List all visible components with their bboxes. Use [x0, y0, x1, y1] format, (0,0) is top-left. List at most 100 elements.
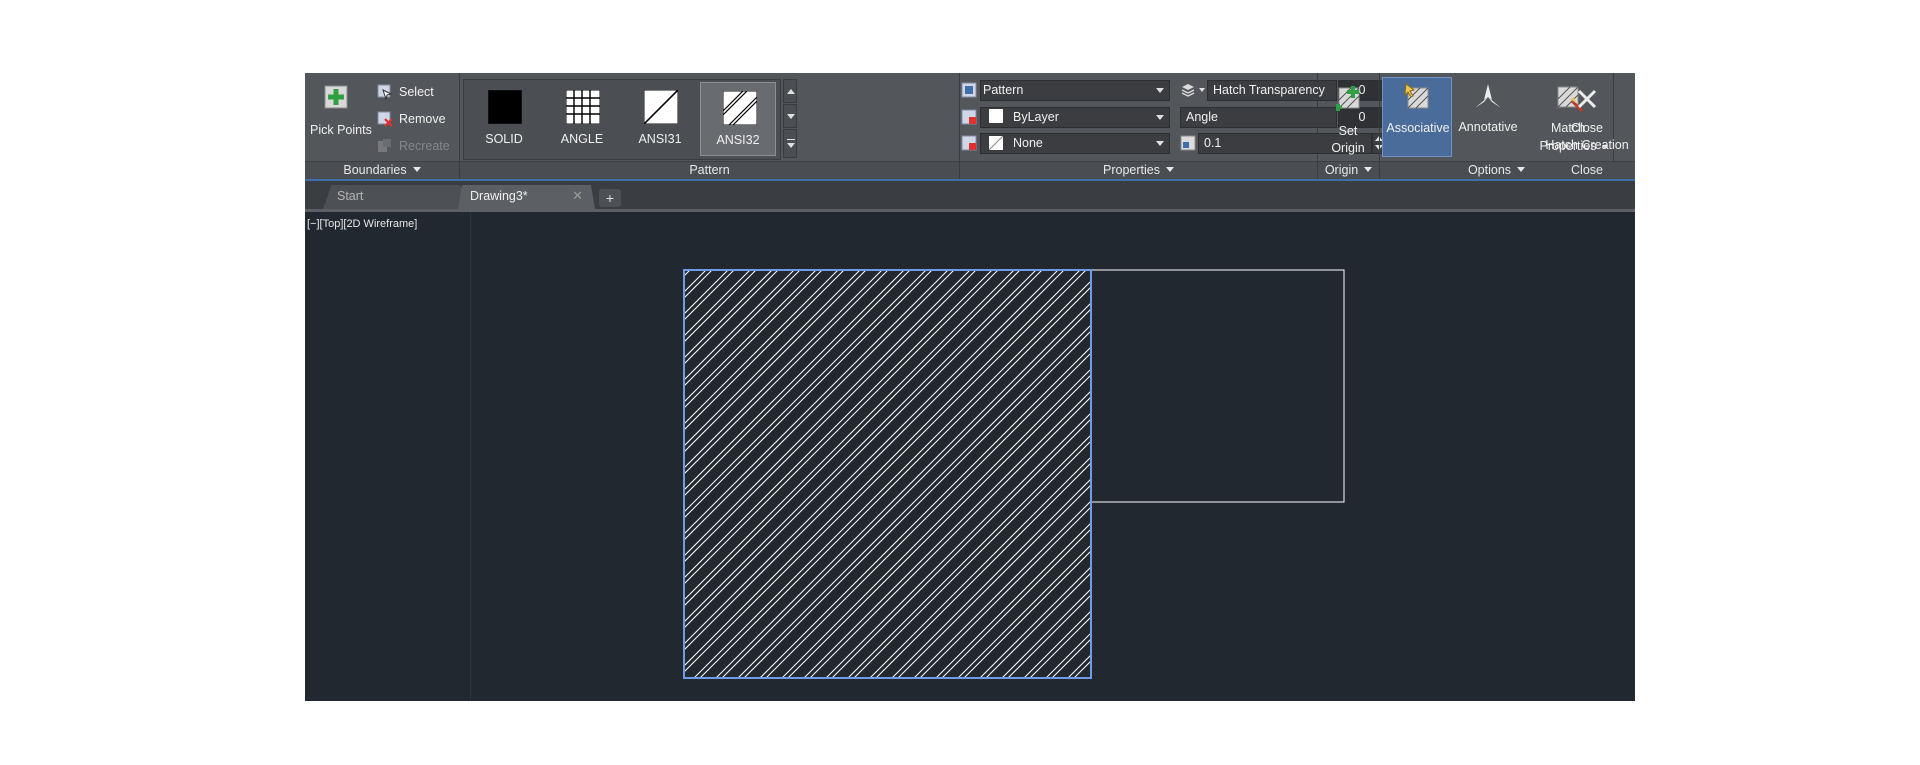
swatch-name: ANSI32: [716, 133, 760, 147]
autocad-window: Pick Points Select Remove Recreate Bound…: [305, 73, 1635, 701]
hatch-line-3: [684, 270, 713, 299]
hatch-line-101: [1382, 270, 1635, 678]
chevron-down-icon: [412, 167, 421, 172]
hatch-line-104: [1420, 270, 1635, 678]
expand-bar-icon: [787, 139, 795, 140]
angle-pattern-icon: [566, 90, 600, 124]
origin-panel: Set Origin Origin: [1318, 73, 1380, 179]
hatch-line-89: [1250, 270, 1635, 678]
expand-arrow-icon: [787, 143, 795, 148]
chevron-down-icon: [1156, 88, 1164, 93]
properties-panel-title[interactable]: Properties: [960, 161, 1317, 179]
hatch-line-75: [1096, 270, 1504, 678]
hatch-line-74: [1089, 676, 1091, 678]
hatch-type-dropdown[interactable]: Pattern: [980, 80, 1170, 101]
pattern-panel: SOLID ANGLE ANSI31 ANSI32 Pattern: [460, 73, 960, 179]
hatch-line-81: [1162, 270, 1570, 678]
close-title-text: Close: [1571, 163, 1603, 177]
hatch-line-5: [684, 270, 735, 321]
hatch-line-109: [1470, 270, 1635, 678]
set-origin-line1: Set: [1338, 124, 1358, 138]
outline-rectangle[interactable]: [1090, 269, 1345, 503]
tab-drawing3[interactable]: Drawing3* ✕: [458, 185, 595, 209]
new-tab-button[interactable]: +: [599, 189, 621, 207]
document-tab-bar: Start Drawing3* ✕ +: [305, 181, 1635, 209]
chevron-down-icon: [1156, 141, 1164, 146]
layers-icon[interactable]: [1180, 82, 1196, 98]
hatch-line-84: [1200, 270, 1608, 678]
close-panel-title: Close: [1539, 161, 1635, 179]
annotative-label: Annotative: [1458, 120, 1518, 134]
hatch-line-99: [1360, 270, 1635, 678]
associative-button[interactable]: Associative: [1382, 77, 1452, 157]
gallery-expand[interactable]: [783, 129, 797, 158]
background-color-dropdown[interactable]: None: [980, 133, 1170, 154]
chevron-down-icon: [1165, 167, 1174, 172]
remove-label: Remove: [399, 112, 446, 126]
tab-start[interactable]: Start: [323, 185, 463, 209]
recreate-button[interactable]: Recreate: [377, 138, 457, 156]
pick-points-button[interactable]: Pick Points: [307, 77, 372, 157]
hatch-line-72: [1067, 654, 1091, 678]
select-button[interactable]: Select: [377, 84, 457, 102]
gallery-scroll-down[interactable]: [783, 104, 797, 128]
hatch-line-73: [1073, 660, 1091, 678]
pick-points-icon: [324, 85, 348, 109]
chevron-down-icon: [1517, 167, 1526, 172]
tab-start-label: Start: [337, 189, 364, 203]
pattern-title-text: Pattern: [689, 163, 730, 177]
origin-title-text: Origin: [1324, 163, 1359, 177]
hatch-line-76: [1112, 270, 1520, 678]
hatch-line-91: [1272, 270, 1635, 678]
annotative-button[interactable]: Annotative: [1454, 77, 1522, 157]
swatch-angle[interactable]: ANGLE: [544, 82, 620, 156]
hatch-line-80: [1156, 270, 1564, 678]
hatch-type-value: Pattern: [983, 83, 1024, 97]
transparency-label: Hatch Transparency: [1213, 83, 1325, 97]
hatch-line-71: [1051, 638, 1091, 678]
ansi31-pattern-icon: [644, 90, 678, 124]
drawing-canvas[interactable]: [305, 212, 1635, 701]
associative-icon: [1404, 83, 1429, 109]
gallery-scroll-up[interactable]: [783, 79, 797, 103]
close-hatch-creation-button[interactable]: Close Hatch Creation: [1541, 77, 1633, 157]
arrow-down-icon: [787, 114, 795, 119]
hatch-line-85: [1206, 270, 1614, 678]
background-color-value: None: [1013, 136, 1043, 150]
remove-button[interactable]: Remove: [377, 111, 457, 129]
close-icon[interactable]: ✕: [572, 185, 583, 207]
swatch-name: ANGLE: [560, 132, 604, 146]
boundaries-panel-title[interactable]: Boundaries: [305, 161, 459, 179]
hatch-line-100: [1376, 270, 1635, 678]
hatch-line-77: [1118, 270, 1526, 678]
swatch-ansi31[interactable]: ANSI31: [622, 82, 698, 156]
hatch-line-108: [1464, 270, 1635, 678]
angle-field[interactable]: Angle: [1180, 107, 1337, 128]
hatch-color-dropdown[interactable]: ByLayer: [980, 107, 1170, 128]
hatch-line-2: [684, 270, 707, 293]
hatch-color-value: ByLayer: [1013, 110, 1059, 124]
swatch-solid[interactable]: SOLID: [466, 82, 542, 156]
origin-panel-title[interactable]: Origin: [1318, 161, 1379, 179]
swatch-ansi32[interactable]: ANSI32: [700, 82, 776, 156]
chevron-down-icon: [1156, 115, 1164, 120]
angle-label: Angle: [1186, 110, 1218, 124]
select-boundary-icon: [377, 84, 393, 100]
hatch-lines: [684, 270, 1635, 678]
hatch-line-110: [1486, 270, 1635, 678]
hatch-line-96: [1332, 270, 1635, 678]
boundaries-title-text: Boundaries: [343, 163, 407, 177]
hatch-line-98: [1354, 270, 1635, 678]
layers-dropdown-icon[interactable]: [1199, 88, 1205, 92]
hatch-line-70: [1045, 632, 1091, 678]
select-label: Select: [399, 85, 434, 99]
close-line2: Hatch Creation: [1545, 138, 1629, 152]
ansi32-pattern-icon: [723, 91, 757, 125]
background-color-icon: [961, 135, 977, 151]
hatch-color-icon: [961, 109, 977, 125]
set-origin-button[interactable]: Set Origin: [1320, 77, 1376, 157]
none-color-icon: [989, 136, 1003, 150]
hatch-line-105: [1426, 270, 1635, 678]
drawing-viewport[interactable]: [−][Top][2D Wireframe]: [305, 212, 1635, 701]
chevron-down-icon: [1364, 167, 1373, 172]
